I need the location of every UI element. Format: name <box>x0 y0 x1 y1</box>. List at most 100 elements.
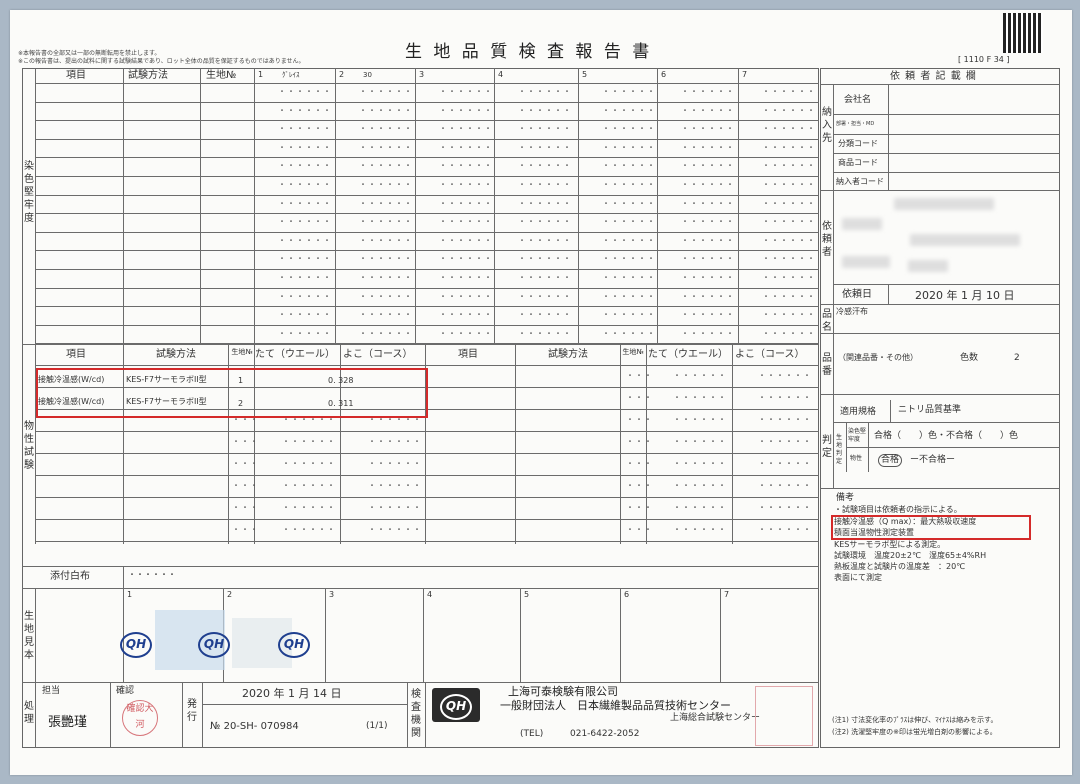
product-code-label: 商品コード <box>838 158 878 167</box>
sample-col-number: 6 <box>624 590 630 599</box>
sample-col-divider <box>620 588 621 682</box>
attached-value: ・・・・・・ <box>128 570 176 579</box>
dye-cell-placeholder: ・・・・・・ <box>762 198 816 208</box>
dye-cell-placeholder: ・・・・・・ <box>762 217 816 227</box>
product-name: 冷感汗布 <box>836 307 868 316</box>
dye-row-line <box>35 213 819 215</box>
phys-cell-placeholder: ・・・・・・ <box>673 437 727 446</box>
dye-cell-placeholder: ・・・・・・ <box>439 328 493 338</box>
phys-cell-placeholder: ・・・・・・ <box>282 503 336 512</box>
dye-cell-placeholder: ・・・・・・ <box>439 105 493 115</box>
judge-label: 判定 <box>822 435 832 459</box>
footnote-2: (注2) 洗濯堅牢度の※印は蛍光増白剤の影響による。 <box>832 728 997 736</box>
org-seal-stamp <box>755 686 813 746</box>
remark-line: ・試験項目は依頼者の指示による。 <box>834 505 962 514</box>
phys-cell-placeholder: ・・・ <box>626 393 653 402</box>
dye-row-line <box>35 250 819 252</box>
phys-cell-placeholder: ・・・・・・ <box>368 481 422 490</box>
dye-cell-placeholder: ・・・・・・ <box>762 254 816 264</box>
logo-mark: QH <box>278 632 310 658</box>
dye-cell-placeholder: ・・・・・・ <box>762 180 816 189</box>
dye-cell-placeholder: ・・・・・・ <box>359 198 413 208</box>
note-line-2: ※この報告書は、提出の試料に関する試験結果であり、ロット全体の品質を保証するもの… <box>18 58 305 65</box>
dye-cell-placeholder: ・・・・・・ <box>602 273 656 282</box>
dept-label: 部署・担当・MD <box>836 121 875 127</box>
dye-cell-placeholder: ・・・・・・ <box>762 310 816 320</box>
issue-date: 2020 年 1 月 14 日 <box>242 687 342 700</box>
phys-cell-placeholder: ・・・・・・ <box>673 525 727 534</box>
deliver-label: 納入先 <box>822 107 832 144</box>
process-label: 処理 <box>24 701 34 725</box>
dye-cell-placeholder: ・・・・・・ <box>518 310 572 320</box>
phys-cell-placeholder: ・・・ <box>626 503 653 512</box>
dye-cell-placeholder: ・・・・・・ <box>359 310 413 320</box>
judge-dye-value: 合格（ ）色・不合格（ ）色 <box>874 431 1019 441</box>
judge-sub-label: 生地判定 <box>836 434 843 465</box>
sample-col-number: 2 <box>227 590 233 599</box>
dye-col-number: 5 <box>582 70 588 79</box>
dye-row-line <box>35 231 819 233</box>
dye-header-item: 項目 <box>66 70 86 81</box>
org-name-3: 上海総合試験センター <box>670 713 761 723</box>
phys-cell-placeholder: ・・・ <box>626 459 653 468</box>
confirm-label: 確認 <box>116 686 135 696</box>
phys-cell-placeholder: ・・・・・・ <box>282 437 336 446</box>
dye-cell-placeholder: ・・・・・・ <box>602 217 656 227</box>
phys-section-label: 物性試験 <box>24 421 34 471</box>
dye-cell-placeholder: ・・・・・・ <box>681 180 735 189</box>
sample-label: 生地見本 <box>24 611 34 661</box>
dye-cell-placeholder: ・・・・・・ <box>278 105 332 115</box>
phys-header-weft-2: よこ（コース） <box>735 349 805 360</box>
dye-cell-placeholder: ・・・・・・ <box>518 328 572 338</box>
dye-cell-placeholder: ・・・・・・ <box>439 142 493 152</box>
dye-col-number: 4 <box>498 70 504 79</box>
confirm-stamp: 確認大河 <box>122 700 158 736</box>
dye-cell-placeholder: ・・・・・・ <box>602 142 656 152</box>
dye-cell-placeholder: ・・・・・・ <box>518 217 572 227</box>
dye-row-line <box>35 324 819 326</box>
dye-cell-placeholder: ・・・・・・ <box>762 87 816 96</box>
dye-row-line <box>35 101 819 103</box>
phys-cell-placeholder: ・・・・・・ <box>673 393 727 402</box>
remark-line: 試験環境 温度20±2℃ 湿度65±4%RH <box>834 551 987 560</box>
vendor-code-label: 納入者コード <box>836 177 884 186</box>
dye-section-label: 染色堅牢度 <box>24 161 34 224</box>
standard-value: ニトリ品質基準 <box>898 405 962 415</box>
dye-col-name: 30 <box>363 71 372 79</box>
request-date: 2020 年 1 月 10 日 <box>915 289 1015 302</box>
phys-cell-placeholder: ・・・・・・ <box>758 503 812 512</box>
phys-row-line <box>35 497 819 498</box>
dye-header-no: 生地№ <box>206 70 237 81</box>
dye-cell-placeholder: ・・・・・・ <box>278 273 332 282</box>
dye-cell-placeholder: ・・・・・・ <box>762 161 816 171</box>
dye-cell-placeholder: ・・・・・・ <box>278 235 332 245</box>
dye-cell-placeholder: ・・・・・・ <box>278 310 332 320</box>
charge-label: 担当 <box>42 686 61 696</box>
phys-header-warp: たて（ウエール） <box>255 349 335 360</box>
dye-cell-placeholder: ・・・・・・ <box>518 273 572 282</box>
sample-col-number: 3 <box>329 590 335 599</box>
dye-cell-placeholder: ・・・・・・ <box>602 328 656 338</box>
dye-cell-placeholder: ・・・・・・ <box>278 87 332 96</box>
dye-cell-placeholder: ・・・・・・ <box>278 142 332 152</box>
sample-col-number: 4 <box>427 590 433 599</box>
dye-cell-placeholder: ・・・・・・ <box>359 328 413 338</box>
phys-cell-placeholder: ・・・・・・ <box>758 481 812 490</box>
dye-cell-placeholder: ・・・・・・ <box>602 180 656 189</box>
logo-mark: QH <box>198 632 230 658</box>
phys-cell-placeholder: ・・・・・・ <box>282 481 336 490</box>
dye-cell-placeholder: ・・・・・・ <box>518 161 572 171</box>
dye-cell-placeholder: ・・・・・・ <box>359 87 413 96</box>
requester-label: 依頼者 <box>822 221 832 258</box>
dye-cell-placeholder: ・・・・・・ <box>518 87 572 96</box>
dye-cell-placeholder: ・・・・・・ <box>278 198 332 208</box>
org-logo: QH <box>440 694 472 720</box>
phys-cell-placeholder: ・・・・・・ <box>282 525 336 534</box>
phys-cell-placeholder: ・・・・・・ <box>758 393 812 402</box>
phys-cell-placeholder: ・・・・・・ <box>368 525 422 534</box>
dye-cell-placeholder: ・・・・・・ <box>278 124 332 134</box>
dye-cell-placeholder: ・・・・・・ <box>359 235 413 245</box>
report-title: 生 地 品 質 検 査 報 告 書 <box>405 42 653 62</box>
sample-col-divider <box>423 588 424 682</box>
dye-col-number: 7 <box>742 70 748 79</box>
